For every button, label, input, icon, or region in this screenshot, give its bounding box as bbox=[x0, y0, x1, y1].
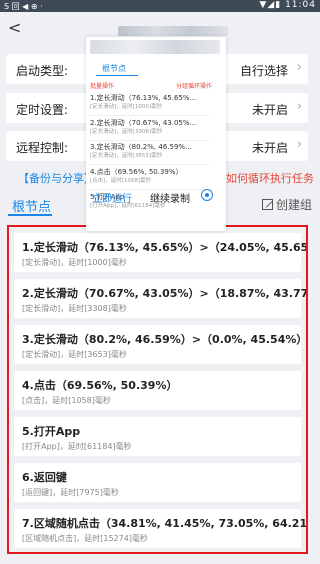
setting-label: 远程控制: bbox=[16, 141, 69, 155]
popup-loop-link[interactable]: 分组循环操作 bbox=[176, 81, 212, 90]
list-item[interactable]: 3.定长滑动（80.2%, 46.59%）>（0.0%, 45.54%） [定长… bbox=[14, 325, 306, 364]
popup-step-title: 2.定长滑动（70.67%, 43.05%... bbox=[90, 119, 197, 127]
popup-tab-root[interactable]: 根节点 bbox=[102, 63, 126, 74]
setting-value: 未开启 bbox=[251, 103, 288, 117]
status-left-icons: S 回 ◀ ⊕ · bbox=[4, 2, 43, 11]
step-sub: [定长滑动]，延时[3653]毫秒 bbox=[22, 350, 127, 359]
setting-value: 未开启 bbox=[251, 141, 288, 155]
popup-batch-link[interactable]: 批量操作 bbox=[90, 81, 114, 90]
setting-value: 自行选择 bbox=[239, 64, 288, 78]
list-item[interactable]: 2.定长滑动（70.67%, 43.05%）>（18.87%, 43.77%） … bbox=[14, 279, 306, 318]
step-sub: [返回键]，延时[7975]毫秒 bbox=[22, 488, 119, 497]
popup-list-item[interactable]: 2.定长滑动（70.67%, 43.05%... [定长滑动]，延时[3308]… bbox=[90, 119, 222, 136]
step-title: 3.定长滑动（80.2%, 46.59%）>（0.0%, 45.54%） bbox=[22, 333, 308, 346]
continue-record-button[interactable]: 继续录制 bbox=[150, 190, 190, 205]
blurred-title bbox=[118, 26, 228, 36]
popup-tab-underline bbox=[96, 75, 138, 76]
step-sub: [定长滑动]，延时[3308]毫秒 bbox=[22, 304, 127, 313]
list-item[interactable]: 7.区域随机点击（34.81%, 41.45%, 73.05%, 64.21%）… bbox=[14, 509, 306, 548]
popup-step-sub: [定长滑动]，延时[3653]毫秒 bbox=[90, 153, 163, 159]
status-right: ▼◢▮ 11:04 bbox=[259, 0, 316, 10]
popup-step-title: 1.定长滑动（76.13%, 45.65%... bbox=[90, 94, 197, 102]
divider bbox=[90, 115, 210, 116]
list-item[interactable]: 1.定长滑动（76.13%, 45.65%）>（24.05%, 45.65%） … bbox=[14, 233, 306, 272]
create-group-label: 创建组 bbox=[275, 198, 312, 212]
divider bbox=[90, 140, 210, 141]
setting-label: 启动类型: bbox=[16, 64, 69, 78]
step-sub: [区域随机点击]，延时[15274]毫秒 bbox=[22, 534, 148, 543]
record-icon[interactable] bbox=[201, 189, 213, 201]
step-title: 1.定长滑动（76.13%, 45.65%）>（24.05%, 45.65%） bbox=[22, 241, 308, 254]
chevron-right-icon: › bbox=[296, 60, 302, 75]
create-group-button[interactable]: 创建组 bbox=[261, 196, 312, 213]
edit-icon bbox=[261, 199, 273, 210]
step-sub: [定长滑动]，延时[1000]毫秒 bbox=[22, 258, 127, 267]
step-title: 6.返回键 bbox=[22, 471, 67, 484]
step-list: 1.定长滑动（76.13%, 45.65%）>（24.05%, 45.65%） … bbox=[7, 225, 308, 554]
popup-list-item[interactable]: 1.定长滑动（76.13%, 45.65%... [定长滑动]，延时[1000]… bbox=[90, 94, 222, 111]
status-bar: S 回 ◀ ⊕ · ▼◢▮ 11:04 bbox=[0, 0, 320, 12]
step-title: 4.点击（69.56%, 50.39%） bbox=[22, 379, 178, 392]
step-title: 2.定长滑动（70.67%, 43.05%）>（18.87%, 43.77%） bbox=[22, 287, 308, 300]
divider bbox=[90, 164, 210, 165]
signal-battery-icons: ▼◢▮ bbox=[259, 0, 282, 10]
tab-underline bbox=[8, 214, 52, 216]
popup-step-sub: [点击]，延时[1058]毫秒 bbox=[90, 178, 152, 184]
popup-step-title: 4.点击（69.56%, 50.39%） bbox=[90, 168, 183, 176]
popup-step-title: 3.定长滑动（80.2%, 46.59%... bbox=[90, 143, 192, 151]
loop-help-link[interactable]: 如何循环执行任务 bbox=[226, 170, 314, 186]
list-item[interactable]: 5.打开App [打开App]，延时[61184]毫秒 bbox=[14, 417, 301, 456]
popup-step-sub: [定长滑动]，延时[1000]毫秒 bbox=[90, 104, 163, 110]
popup-blurred-title bbox=[90, 40, 220, 54]
popup-step-sub: [定长滑动]，延时[3308]毫秒 bbox=[90, 129, 163, 135]
popup-list-item[interactable]: 3.定长滑动（80.2%, 46.59%... [定长滑动]，延时[3653]毫… bbox=[90, 143, 222, 160]
run-now-button[interactable]: 立即运行 bbox=[92, 190, 132, 205]
popup-list-item[interactable]: 4.点击（69.56%, 50.39%） [点击]，延时[1058]毫秒 bbox=[90, 168, 222, 185]
step-sub: [点击]，延时[1058]毫秒 bbox=[22, 396, 111, 405]
step-sub: [打开App]，延时[61184]毫秒 bbox=[22, 442, 132, 451]
chevron-right-icon: › bbox=[296, 99, 302, 114]
list-item[interactable]: 6.返回键 [返回键]，延时[7975]毫秒 bbox=[14, 463, 301, 502]
status-time: 11:04 bbox=[285, 0, 316, 10]
chevron-right-icon: › bbox=[296, 137, 302, 152]
backup-share-link[interactable]: 【备份与分享】 bbox=[18, 170, 95, 186]
setting-label: 定时设置: bbox=[16, 103, 69, 117]
list-item[interactable]: 4.点击（69.56%, 50.39%） [点击]，延时[1058]毫秒 bbox=[14, 371, 301, 410]
step-title: 5.打开App bbox=[22, 425, 81, 438]
back-arrow-icon[interactable]: < bbox=[8, 18, 21, 37]
tab-root-node[interactable]: 根节点 bbox=[12, 196, 51, 215]
step-title: 7.区域随机点击（34.81%, 41.45%, 73.05%, 64.21%） bbox=[22, 517, 308, 530]
